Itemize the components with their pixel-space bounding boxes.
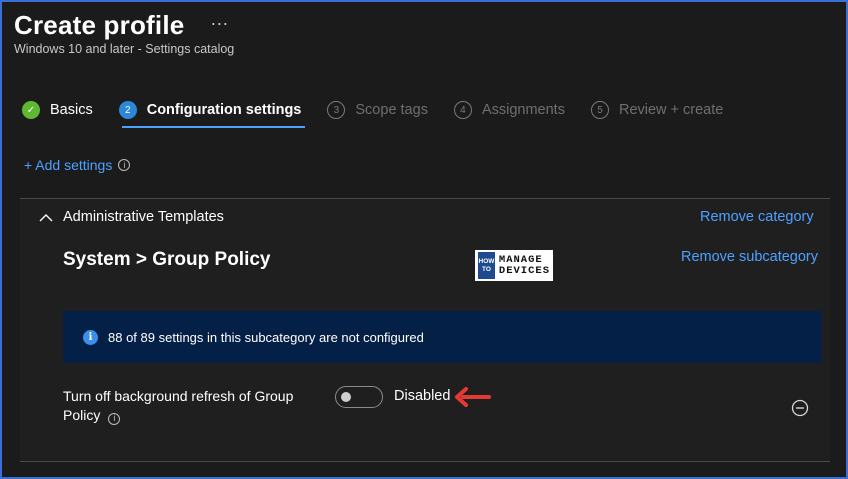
setting-toggle[interactable] <box>335 386 383 408</box>
toggle-state-label: Disabled <box>394 388 451 404</box>
step-label: Assignments <box>481 102 565 118</box>
info-icon[interactable]: i <box>118 159 131 171</box>
logo-text: MANAGE <box>498 253 543 266</box>
logo-wordmark: MANAGE DEVICES <box>498 253 550 277</box>
divider <box>20 461 830 462</box>
step-label: Basics <box>50 102 93 118</box>
red-arrow-annotation-icon <box>455 387 491 407</box>
active-step-underline <box>122 126 305 128</box>
step-scope-tags[interactable]: 3 Scope tags <box>327 98 428 122</box>
logo-text: DEVICES <box>498 264 550 277</box>
step-label: Scope tags <box>355 102 428 118</box>
howtomanagedevices-logo: HOW TO MANAGE DEVICES <box>475 250 553 281</box>
step-label: Review + create <box>618 102 724 118</box>
page-subtitle: Windows 10 and later - Settings catalog <box>14 42 235 56</box>
setting-label: Turn off background refresh of Group Pol… <box>63 387 323 425</box>
remove-setting-icon[interactable] <box>791 399 809 417</box>
step-label: Configuration settings <box>146 102 302 118</box>
add-settings-label: + Add settings <box>24 157 113 173</box>
more-options-icon[interactable]: ··· <box>210 13 228 34</box>
logo-badge: HOW TO <box>478 252 495 279</box>
remove-category-link[interactable]: Remove category <box>700 209 814 225</box>
step-number: 2 <box>118 101 137 119</box>
page-title: Create profile <box>14 10 185 40</box>
info-icon: i <box>83 329 98 345</box>
add-settings-link[interactable]: + Add settings i <box>24 157 131 173</box>
logo-text: HOW <box>478 257 495 265</box>
info-banner: i 88 of 89 settings in this subcategory … <box>63 311 822 363</box>
create-profile-window: Create profile ··· Windows 10 and later … <box>0 0 848 479</box>
setting-name: Turn off background refresh of Group Pol… <box>63 388 294 423</box>
step-basics[interactable]: ✓ Basics <box>22 98 93 122</box>
step-assignments[interactable]: 4 Assignments <box>453 98 565 122</box>
chevron-up-icon[interactable] <box>38 210 54 226</box>
checkmark-icon: ✓ <box>22 101 40 119</box>
toggle-knob <box>341 392 351 402</box>
step-number: 4 <box>453 101 472 119</box>
step-configuration-settings[interactable]: 2 Configuration settings <box>118 98 302 122</box>
subcategory-title: System > Group Policy <box>63 249 271 270</box>
step-review-create[interactable]: 5 Review + create <box>590 98 724 122</box>
wizard-steps: ✓ Basics 2 Configuration settings 3 Scop… <box>22 98 749 122</box>
logo-text: TO <box>481 265 491 273</box>
title-row: Create profile ··· <box>14 10 228 41</box>
step-number: 3 <box>327 101 346 119</box>
category-title: Administrative Templates <box>63 209 224 225</box>
remove-subcategory-link[interactable]: Remove subcategory <box>681 249 818 265</box>
info-icon[interactable]: i <box>108 412 121 425</box>
banner-text: 88 of 89 settings in this subcategory ar… <box>108 329 424 345</box>
step-number: 5 <box>590 101 609 119</box>
